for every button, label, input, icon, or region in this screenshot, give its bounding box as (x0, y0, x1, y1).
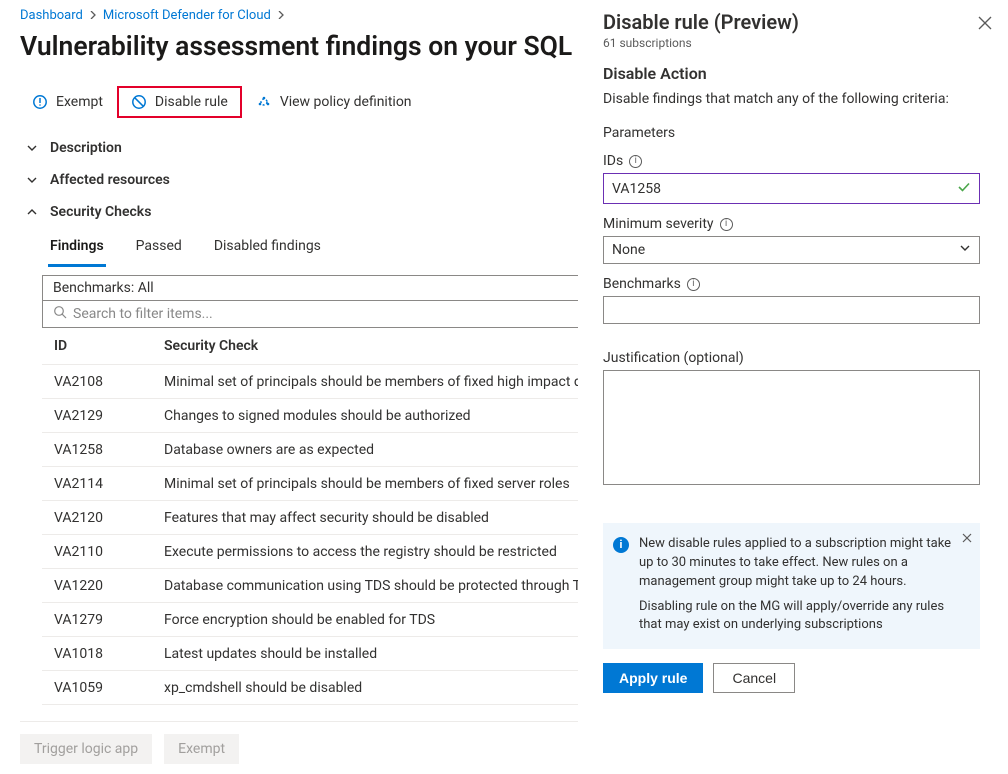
cell-id: VA2114 (42, 467, 152, 501)
chevron-down-icon (26, 142, 38, 154)
apply-rule-button[interactable]: Apply rule (603, 663, 703, 693)
justification-label: Justification (optional) (603, 350, 744, 366)
col-id[interactable]: ID (42, 328, 152, 365)
benchmarks-label: Benchmarks (603, 276, 681, 292)
exempt-button[interactable]: Exempt (20, 88, 115, 116)
close-icon[interactable] (962, 531, 972, 550)
view-policy-label: View policy definition (280, 94, 412, 110)
chevron-right-icon (277, 8, 285, 23)
disable-icon (131, 94, 147, 110)
info-text-2: Disabling rule on the MG will apply/over… (639, 598, 952, 636)
ids-input[interactable]: VA1258 (603, 173, 980, 204)
close-icon[interactable] (978, 14, 992, 35)
disable-rule-label: Disable rule (155, 94, 228, 110)
ids-value: VA1258 (612, 181, 661, 197)
search-placeholder: Search to filter items... (73, 306, 213, 322)
min-severity-value: None (612, 242, 645, 258)
cell-id: VA1059 (42, 671, 152, 705)
exempt-icon (32, 94, 48, 110)
section-description-label: Description (50, 140, 122, 156)
info-icon[interactable]: i (720, 218, 733, 231)
chevron-down-icon (959, 242, 971, 258)
tab-disabled[interactable]: Disabled findings (212, 232, 323, 267)
cell-id: VA2129 (42, 399, 152, 433)
checkmark-icon (957, 179, 971, 198)
panel-action-heading: Disable Action (603, 64, 980, 83)
breadcrumb-defender[interactable]: Microsoft Defender for Cloud (103, 8, 271, 23)
chevron-up-icon (26, 206, 38, 218)
section-security-checks-label: Security Checks (50, 204, 151, 220)
parameters-label: Parameters (603, 125, 980, 141)
panel-title: Disable rule (Preview) (603, 10, 980, 34)
chevron-down-icon (26, 174, 38, 186)
ids-label: IDs (603, 153, 623, 169)
info-icon[interactable]: i (629, 155, 642, 168)
policy-icon (256, 94, 272, 110)
info-banner: i New disable rules applied to a subscri… (603, 523, 980, 649)
info-icon[interactable]: i (687, 278, 700, 291)
justification-textarea[interactable] (603, 370, 980, 485)
cell-id: VA2120 (42, 501, 152, 535)
min-severity-select[interactable]: None (603, 236, 980, 264)
tab-passed[interactable]: Passed (134, 232, 184, 267)
chevron-right-icon (89, 8, 97, 23)
disable-rule-button[interactable]: Disable rule (117, 86, 242, 118)
tab-findings[interactable]: Findings (48, 232, 106, 267)
benchmarks-input[interactable] (603, 296, 980, 324)
breadcrumb-dashboard[interactable]: Dashboard (20, 8, 83, 23)
view-policy-button[interactable]: View policy definition (244, 88, 424, 116)
cell-id: VA2110 (42, 535, 152, 569)
cancel-button[interactable]: Cancel (713, 663, 795, 693)
trigger-logic-app-button: Trigger logic app (20, 734, 152, 764)
cell-id: VA1279 (42, 603, 152, 637)
info-icon: i (613, 537, 629, 553)
cell-id: VA1258 (42, 433, 152, 467)
cell-id: VA1018 (42, 637, 152, 671)
cell-id: VA1220 (42, 569, 152, 603)
cell-id: VA2108 (42, 365, 152, 399)
search-icon (53, 305, 67, 323)
info-text-1: New disable rules applied to a subscript… (639, 535, 952, 592)
section-affected-label: Affected resources (50, 172, 170, 188)
exempt-footer-button: Exempt (164, 734, 239, 764)
disable-rule-panel: Disable rule (Preview) 61 subscriptions … (578, 0, 1008, 766)
panel-subscriptions: 61 subscriptions (603, 36, 980, 50)
exempt-label: Exempt (56, 94, 103, 110)
panel-action-desc: Disable findings that match any of the f… (603, 91, 980, 107)
min-severity-label: Minimum severity (603, 216, 714, 232)
